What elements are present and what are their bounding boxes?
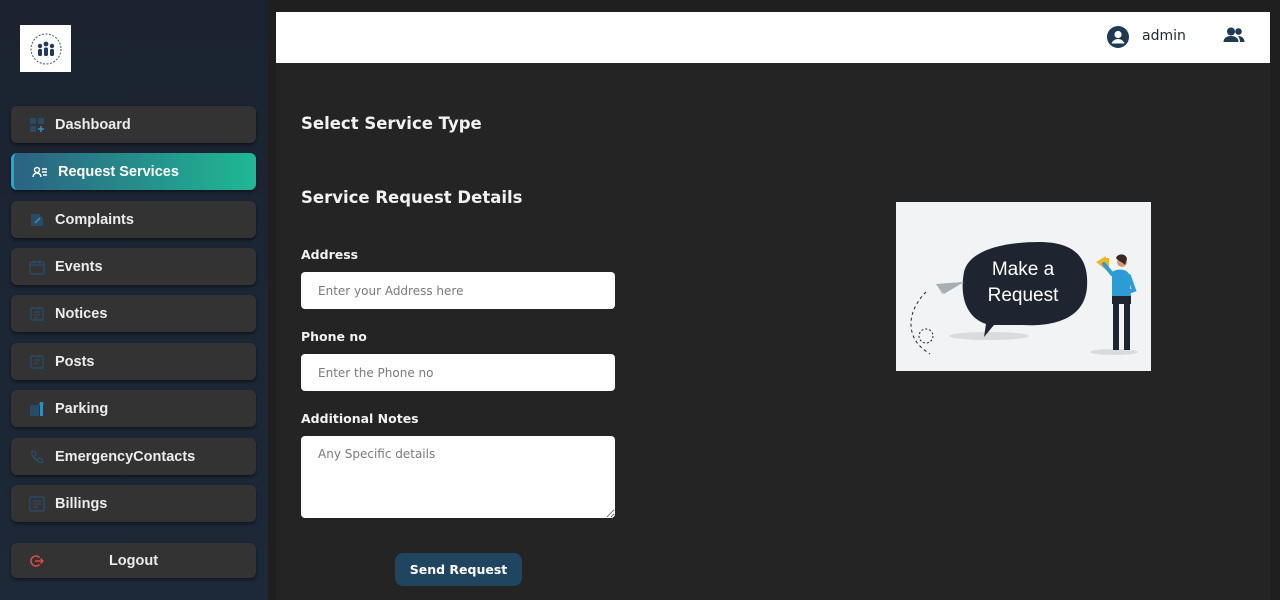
address-label: Address (301, 247, 359, 262)
sidebar-item-label: Posts (55, 353, 95, 370)
parking-icon (30, 401, 44, 416)
sidebar-item-label: EmergencyContacts (55, 448, 196, 465)
sidebar: Dashboard Request Services Complaints Ev… (0, 0, 268, 600)
sidebar-item-label: Request Services (58, 163, 179, 180)
community-logo[interactable] (20, 25, 71, 72)
sidebar-item-label: Dashboard (55, 116, 131, 133)
select-service-title: Select Service Type (301, 114, 482, 133)
sidebar-item-label: Notices (55, 305, 108, 322)
logout-label: Logout (108, 552, 159, 569)
request-services-icon (32, 166, 47, 177)
sidebar-item-request-services[interactable]: Request Services (11, 153, 256, 190)
sidebar-item-posts[interactable]: Posts (11, 343, 256, 380)
calendar-icon (29, 259, 45, 275)
phone-icon (31, 449, 44, 463)
sidebar-item-label: Events (55, 258, 103, 275)
notices-icon (30, 306, 44, 321)
users-icon[interactable] (1223, 26, 1245, 46)
phone-label: Phone no (301, 329, 367, 344)
address-input[interactable] (301, 272, 615, 309)
logout-button[interactable]: Logout (11, 543, 256, 578)
notes-label: Additional Notes (301, 411, 419, 426)
make-request-illustration: Make a Request (896, 202, 1151, 371)
main-content: Select Service Type Service Request Deta… (276, 63, 1270, 600)
community-logo-icon (30, 33, 61, 64)
sidebar-item-complaints[interactable]: Complaints (11, 201, 256, 238)
illustration-caption: Make a Request (958, 257, 1088, 309)
posts-icon (30, 354, 44, 369)
sidebar-item-emergency-contacts[interactable]: EmergencyContacts (11, 438, 256, 475)
user-name[interactable]: admin (1142, 28, 1186, 44)
app-root: Dashboard Request Services Complaints Ev… (0, 0, 1280, 600)
sidebar-item-label: Billings (55, 495, 108, 512)
phone-input[interactable] (301, 354, 615, 391)
billing-icon (29, 495, 45, 512)
sidebar-item-dashboard[interactable]: Dashboard (11, 106, 256, 143)
sidebar-item-parking[interactable]: Parking (11, 390, 256, 427)
service-details-title: Service Request Details (301, 188, 523, 207)
sidebar-item-billings[interactable]: Billings (11, 485, 256, 522)
sidebar-item-label: Complaints (55, 211, 134, 228)
user-avatar-icon[interactable] (1107, 26, 1129, 48)
complaints-icon (31, 213, 43, 226)
sidebar-item-events[interactable]: Events (11, 248, 256, 285)
notes-textarea[interactable] (301, 436, 615, 518)
sidebar-item-label: Parking (55, 400, 109, 417)
illustration-caption-line2: Request (987, 285, 1059, 306)
illustration-caption-line1: Make a (991, 259, 1055, 280)
sidebar-item-notices[interactable]: Notices (11, 295, 256, 332)
send-request-button[interactable]: Send Request (395, 553, 522, 586)
top-header: admin (276, 12, 1270, 63)
dashboard-icon (30, 117, 44, 132)
